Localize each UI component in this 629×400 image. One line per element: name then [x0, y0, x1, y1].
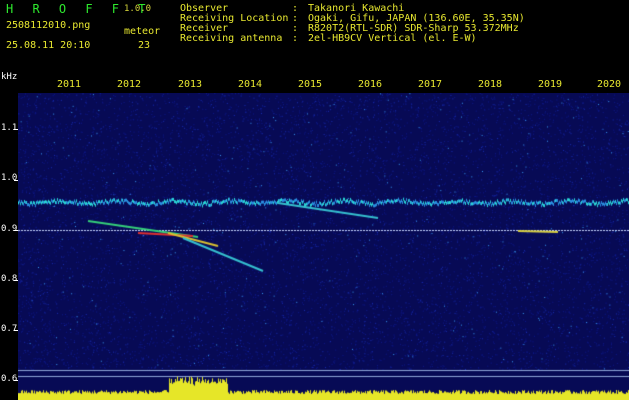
year-label: 2014	[237, 79, 263, 90]
year-label: 2012	[116, 79, 142, 90]
y-label: 0.7	[1, 324, 18, 334]
y-label: 1.0	[1, 173, 18, 183]
year-label: 2013	[177, 79, 203, 90]
year-label: 2015	[297, 79, 323, 90]
y-label: 0.9	[1, 224, 18, 234]
year-label: 2017	[417, 79, 443, 90]
y-label: 0.8	[1, 274, 18, 284]
file-name: 2508112010.png	[6, 20, 91, 31]
spectrogram-canvas	[18, 93, 629, 400]
y-axis: 1.1 1.0 0.9 0.8 0.7 0.6	[0, 93, 18, 400]
y-label: 0.6	[1, 374, 18, 384]
year-label: 2016	[357, 79, 383, 90]
year-label: 2018	[477, 79, 503, 90]
header-panel: H R O F F T 1.0.0 2508112010.png meteor …	[0, 0, 629, 70]
x-axis-labels: 2011 2012 2013 2014 2015 2016 2017 2018 …	[0, 79, 629, 93]
year-label: 2011	[56, 79, 82, 90]
year-label: 2020	[596, 79, 622, 90]
app-version: 1.0.0	[124, 4, 152, 14]
meteor-label: meteor	[124, 26, 161, 37]
info-row-antenna: Receiving antenna: 2el-HB9CV Vertical (e…	[180, 33, 477, 44]
station-info: Observer: Takanori Kawachi Receiving Loc…	[180, 4, 525, 44]
date-time: 25.08.11 20:10	[6, 40, 91, 51]
y-label: 1.1	[1, 123, 18, 133]
meteor-count: 23	[138, 40, 151, 51]
year-label: 2019	[537, 79, 563, 90]
